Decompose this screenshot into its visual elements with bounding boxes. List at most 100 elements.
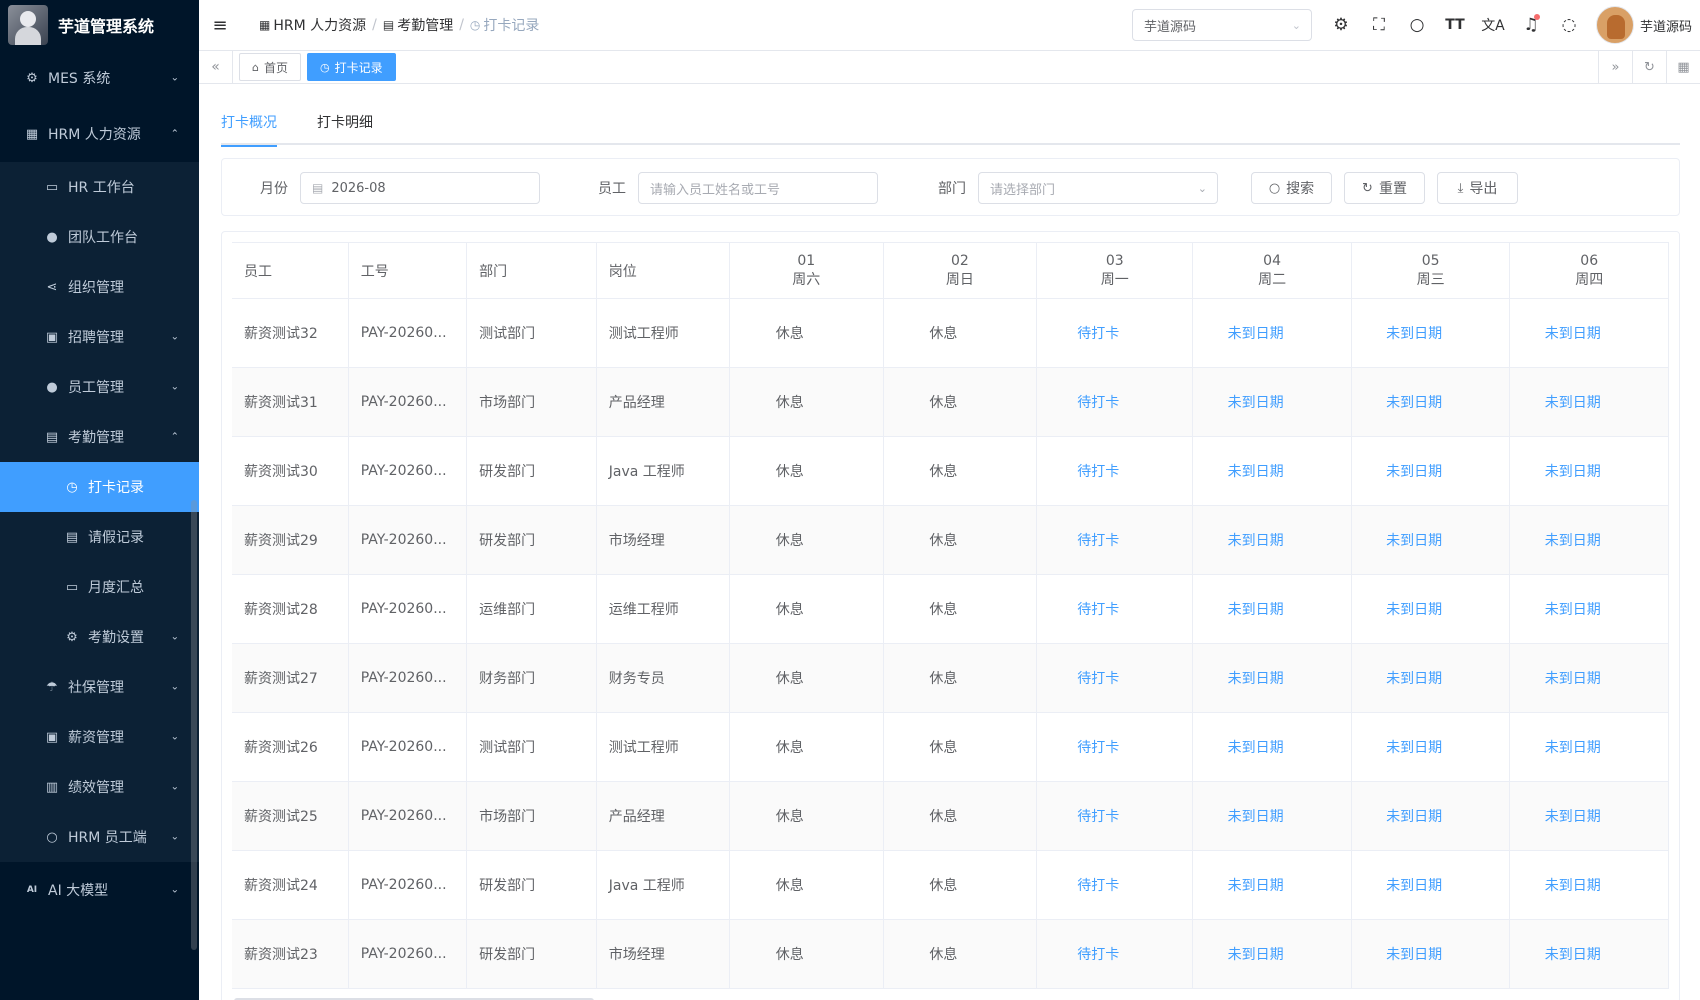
- sidebar-item-punch-record[interactable]: ◷ 打卡记录: [0, 462, 199, 512]
- employee-input[interactable]: 请输入员工姓名或工号: [638, 172, 878, 204]
- cell-day-status: 休息: [883, 712, 1038, 782]
- tag-label: 打卡记录: [334, 60, 383, 75]
- cell-day-status-link[interactable]: 未到日期: [1351, 505, 1511, 575]
- cell-day-status-link[interactable]: 未到日期: [1509, 505, 1669, 575]
- settings-button[interactable]: ⚙: [1322, 0, 1360, 50]
- chevron-down-icon: ⌄: [1291, 18, 1301, 32]
- cell-day-status-link[interactable]: 待打卡: [1036, 298, 1194, 368]
- tab-detail[interactable]: 打卡明细: [317, 105, 373, 145]
- cell-day-status-link[interactable]: 未到日期: [1192, 850, 1352, 920]
- cell-day-status-link[interactable]: 未到日期: [1351, 298, 1511, 368]
- sidebar-item-hr-workbench[interactable]: ▭ HR 工作台: [0, 162, 199, 212]
- sidebar-item-hrm[interactable]: ▦ HRM 人力资源 ⌃: [0, 106, 199, 162]
- sidebar-scrollbar[interactable]: [191, 500, 197, 950]
- font-size-button[interactable]: TT: [1436, 0, 1474, 50]
- cell-day-status-link[interactable]: 未到日期: [1351, 781, 1511, 851]
- cell-day-status-link[interactable]: 未到日期: [1351, 712, 1511, 782]
- main-content: 打卡概况 打卡明细 月份 ▤ 2026-08 员工 请输入员工姓名或工号 部门 …: [199, 85, 1700, 1000]
- cell-day-status-link[interactable]: 未到日期: [1192, 298, 1352, 368]
- sidebar-item-attendance-settings[interactable]: ⚙ 考勤设置 ⌄: [0, 612, 199, 662]
- cell-employee: 薪资测试25: [232, 781, 349, 851]
- hamburger-icon[interactable]: ≡: [199, 15, 241, 36]
- sidebar-item-salary[interactable]: ▣ 薪资管理 ⌄: [0, 712, 199, 762]
- scroll-left-icon[interactable]: «: [199, 50, 233, 84]
- cell-day-status-link[interactable]: 未到日期: [1192, 436, 1352, 506]
- sidebar-item-employee[interactable]: ● 员工管理 ⌄: [0, 362, 199, 412]
- cell-employee: 薪资测试23: [232, 919, 349, 989]
- cell-day-status-link[interactable]: 未到日期: [1192, 574, 1352, 644]
- table-wrap: 员工 工号 部门 岗位 01 周六 02 周日 03 周一 04 周二 05 周三 06 周…: [232, 242, 1669, 1000]
- sidebar-item-label: MES 系统: [48, 71, 111, 87]
- sidebar-item-monthly-summary[interactable]: ▭ 月度汇总: [0, 562, 199, 612]
- username[interactable]: 芋道源码: [1640, 16, 1692, 35]
- avatar[interactable]: [1595, 6, 1634, 44]
- cell-day-status-link[interactable]: 待打卡: [1036, 367, 1194, 437]
- search-button[interactable]: ○ 搜索: [1251, 172, 1332, 204]
- fullscreen-button[interactable]: ⛶: [1360, 0, 1398, 50]
- message-button[interactable]: ◌: [1550, 0, 1588, 50]
- cell-day-status-link[interactable]: 未到日期: [1509, 298, 1669, 368]
- sidebar-item-mes[interactable]: ⚙ MES 系统 ⌄: [0, 50, 199, 106]
- employee-field: 员工 请输入员工姓名或工号: [598, 172, 878, 204]
- breadcrumb-item[interactable]: ▦ HRM 人力资源: [259, 15, 366, 35]
- cell-day-status-link[interactable]: 未到日期: [1351, 919, 1511, 989]
- cell-day-status-link[interactable]: 未到日期: [1509, 850, 1669, 920]
- tag-home[interactable]: ⌂ 首页: [239, 53, 301, 81]
- reset-button[interactable]: ↻ 重置: [1344, 172, 1425, 204]
- cell-day-status-link[interactable]: 未到日期: [1351, 367, 1511, 437]
- cell-post: Java 工程师: [596, 436, 730, 506]
- cell-day-status-link[interactable]: 未到日期: [1509, 712, 1669, 782]
- cell-day-status-link[interactable]: 未到日期: [1192, 712, 1352, 782]
- notification-button[interactable]: ♫: [1512, 0, 1550, 50]
- cell-day-status-link[interactable]: 待打卡: [1036, 712, 1194, 782]
- cell-day-status-link[interactable]: 未到日期: [1509, 919, 1669, 989]
- cell-day-status-link[interactable]: 未到日期: [1192, 505, 1352, 575]
- search-button[interactable]: ○: [1398, 0, 1436, 50]
- cell-day-status-link[interactable]: 未到日期: [1192, 919, 1352, 989]
- cell-day-status-link[interactable]: 待打卡: [1036, 850, 1194, 920]
- tenant-select[interactable]: 芋道源码 ⌄: [1131, 9, 1312, 41]
- cell-day-status: 休息: [729, 367, 884, 437]
- export-button[interactable]: ⤓ 导出: [1437, 172, 1518, 204]
- grid-icon[interactable]: ▦: [1666, 51, 1700, 84]
- cell-day-status-link[interactable]: 未到日期: [1509, 574, 1669, 644]
- scroll-right-icon[interactable]: »: [1598, 51, 1632, 84]
- language-button[interactable]: 文A: [1474, 0, 1512, 50]
- cell-day-status-link[interactable]: 待打卡: [1036, 574, 1194, 644]
- cell-day-status-link[interactable]: 未到日期: [1509, 367, 1669, 437]
- chevron-down-icon: ⌄: [170, 831, 179, 843]
- breadcrumb-item[interactable]: ▤ 考勤管理: [383, 15, 453, 35]
- month-picker[interactable]: ▤ 2026-08: [300, 172, 540, 204]
- cell-day-status-link[interactable]: 未到日期: [1509, 436, 1669, 506]
- cell-day-status-link[interactable]: 待打卡: [1036, 505, 1194, 575]
- cell-day-status-link[interactable]: 待打卡: [1036, 919, 1194, 989]
- cell-day-status-link[interactable]: 未到日期: [1509, 643, 1669, 713]
- cell-day-status-link[interactable]: 未到日期: [1351, 643, 1511, 713]
- cell-day-status-link[interactable]: 未到日期: [1351, 574, 1511, 644]
- cell-day-status-link[interactable]: 未到日期: [1351, 436, 1511, 506]
- refresh-icon[interactable]: ↻: [1632, 51, 1666, 84]
- cell-day-status-link[interactable]: 未到日期: [1192, 643, 1352, 713]
- tab-overview[interactable]: 打卡概况: [221, 105, 277, 147]
- cell-day-status-link[interactable]: 未到日期: [1192, 367, 1352, 437]
- dept-select[interactable]: 请选择部门 ⌄: [978, 172, 1218, 204]
- sidebar-item-hrm-employee-portal[interactable]: ○ HRM 员工端 ⌄: [0, 812, 199, 862]
- cell-day-status-link[interactable]: 未到日期: [1509, 781, 1669, 851]
- cell-day-status-link[interactable]: 待打卡: [1036, 643, 1194, 713]
- sidebar-item-org[interactable]: ⋖ 组织管理: [0, 262, 199, 312]
- logo[interactable]: 芋道管理系统: [0, 0, 199, 50]
- sidebar-item-leave-record[interactable]: ▤ 请假记录: [0, 512, 199, 562]
- cell-day-status-link[interactable]: 未到日期: [1351, 850, 1511, 920]
- chat-icon: ◌: [1561, 15, 1577, 35]
- cell-day-status-link[interactable]: 待打卡: [1036, 436, 1194, 506]
- dept-field: 部门 请选择部门 ⌄: [938, 172, 1218, 204]
- sidebar-item-performance[interactable]: ▥ 绩效管理 ⌄: [0, 762, 199, 812]
- tag-punch-record[interactable]: ◷ 打卡记录: [307, 53, 396, 81]
- sidebar-item-ai[interactable]: AI AI 大模型 ⌄: [0, 862, 199, 918]
- cell-day-status-link[interactable]: 待打卡: [1036, 781, 1194, 851]
- sidebar-item-social-security[interactable]: ☂ 社保管理 ⌄: [0, 662, 199, 712]
- sidebar-item-team-workbench[interactable]: ● 团队工作台: [0, 212, 199, 262]
- sidebar-item-attendance[interactable]: ▤ 考勤管理 ⌃: [0, 412, 199, 462]
- cell-day-status-link[interactable]: 未到日期: [1192, 781, 1352, 851]
- sidebar-item-recruit[interactable]: ▣ 招聘管理 ⌄: [0, 312, 199, 362]
